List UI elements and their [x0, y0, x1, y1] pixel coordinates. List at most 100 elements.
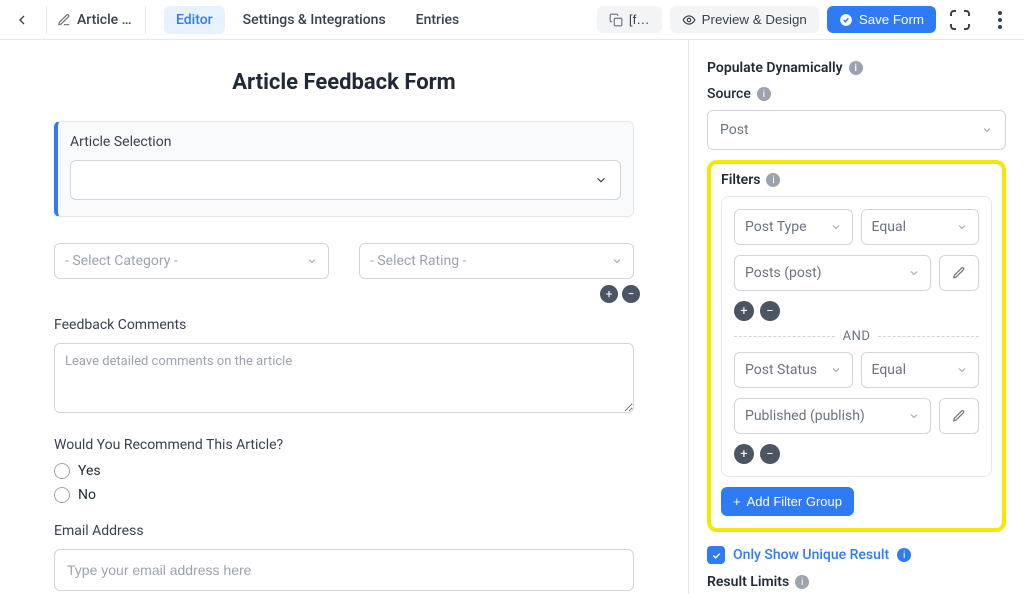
add-filter-group-button[interactable]: + Add Filter Group [721, 487, 854, 516]
filter2-field: Post Status [745, 362, 817, 378]
copy-icon [609, 13, 623, 27]
main-tabs: Editor Settings & Integrations Entries [164, 6, 471, 34]
add-filter-button[interactable]: + [734, 301, 754, 321]
tab-editor[interactable]: Editor [164, 6, 225, 34]
filter-edit-button[interactable] [939, 398, 979, 434]
article-selection-dropdown[interactable] [70, 160, 621, 200]
email-label: Email Address [54, 523, 634, 539]
filter-operator-select[interactable]: Equal [861, 352, 980, 388]
more-button[interactable] [984, 4, 1016, 36]
settings-sidebar: Populate Dynamically i Source i Post Fil… [689, 40, 1024, 594]
filter1-value: Posts (post) [745, 265, 822, 281]
filter-edit-button[interactable] [939, 255, 979, 291]
dots-vertical-icon [998, 11, 1002, 29]
radio-no[interactable]: No [54, 487, 634, 503]
unique-label: Only Show Unique Result [733, 547, 889, 563]
filter1-op: Equal [872, 219, 907, 235]
pencil-icon [952, 409, 966, 423]
save-button[interactable]: Save Form [827, 6, 936, 33]
radio-yes[interactable]: Yes [54, 463, 634, 479]
filter-field-select[interactable]: Post Type [734, 209, 853, 245]
shortcode-button[interactable]: [f… [597, 6, 662, 33]
chevron-down-icon [908, 267, 920, 279]
remove-filter-button[interactable]: − [760, 301, 780, 321]
select-category-dropdown[interactable]: - Select Category - [54, 243, 329, 279]
topbar-left: Article … Editor Settings & Integrations… [8, 6, 471, 34]
filter-group: Post Type Equal Posts (post) [721, 196, 992, 477]
content: Article Feedback Form Article Selection … [0, 40, 1024, 594]
select-rating-placeholder: - Select Rating - [370, 253, 466, 269]
filter-1-actions: + − [734, 301, 979, 321]
filter2-value: Published (publish) [745, 408, 865, 424]
filter-row-1-bottom: Posts (post) [734, 255, 979, 291]
info-icon[interactable]: i [757, 87, 771, 101]
radio-yes-label: Yes [78, 463, 101, 479]
source-value: Post [720, 122, 749, 138]
info-icon[interactable]: i [766, 173, 780, 187]
chevron-down-icon [594, 173, 608, 187]
recommend-field: Would You Recommend This Article? Yes No [54, 437, 634, 503]
source-label: Source [707, 86, 751, 102]
filters-label: Filters [721, 172, 760, 188]
source-select[interactable]: Post [707, 110, 1006, 150]
feedback-label: Feedback Comments [54, 317, 634, 333]
filter-row-1-top: Post Type Equal [734, 209, 979, 245]
back-button[interactable] [8, 6, 36, 34]
info-icon[interactable]: i [849, 61, 863, 75]
tab-entries[interactable]: Entries [404, 6, 472, 34]
checkbox-checked-icon [707, 546, 725, 564]
shortcode-text: [f… [629, 12, 650, 27]
add-filter-button[interactable]: + [734, 444, 754, 464]
article-selection-field[interactable]: Article Selection [54, 121, 634, 217]
select-category-field: - Select Category - [54, 243, 329, 279]
fullscreen-button[interactable] [944, 4, 976, 36]
filter-value-select[interactable]: Posts (post) [734, 255, 931, 291]
topbar-right: [f… Preview & Design Save Form [597, 4, 1016, 36]
radio-icon [54, 487, 70, 503]
chevron-down-icon [830, 364, 842, 376]
filter1-field: Post Type [745, 219, 807, 235]
check-circle-icon [839, 13, 853, 27]
filter-field-select[interactable]: Post Status [734, 352, 853, 388]
unique-result-checkbox-row[interactable]: Only Show Unique Result i [707, 546, 1006, 564]
tab-settings[interactable]: Settings & Integrations [231, 6, 398, 34]
filters-section: Filters i Post Type Equal [707, 160, 1006, 532]
preview-button[interactable]: Preview & Design [670, 6, 819, 33]
info-icon[interactable]: i [795, 575, 809, 589]
chevron-down-icon [908, 410, 920, 422]
and-divider: AND [734, 329, 979, 344]
fullscreen-icon [950, 10, 970, 30]
remove-column-button[interactable]: − [622, 285, 640, 303]
select-category-placeholder: - Select Category - [65, 253, 178, 269]
feedback-comments-field: Feedback Comments [54, 317, 634, 417]
filter-2-actions: + − [734, 444, 979, 464]
email-input[interactable] [54, 549, 634, 591]
chevron-down-icon [981, 124, 993, 136]
document-title[interactable]: Article … [46, 6, 146, 34]
populate-heading: Populate Dynamically i [707, 60, 1006, 76]
category-rating-row: - Select Category - - Select Rating - + … [54, 243, 634, 279]
filter-operator-select[interactable]: Equal [861, 209, 980, 245]
document-title-text: Article … [77, 12, 132, 28]
form-canvas: Article Feedback Form Article Selection … [0, 40, 689, 594]
chevron-down-icon [830, 221, 842, 233]
filter2-op: Equal [872, 362, 907, 378]
article-selection-label: Article Selection [70, 134, 621, 150]
filter-value-select[interactable]: Published (publish) [734, 398, 931, 434]
populate-heading-text: Populate Dynamically [707, 60, 843, 76]
remove-filter-button[interactable]: − [760, 444, 780, 464]
info-icon[interactable]: i [897, 548, 911, 562]
save-label: Save Form [859, 12, 924, 27]
chevron-down-icon [306, 255, 318, 267]
chevron-down-icon [611, 255, 623, 267]
plus-icon: + [733, 494, 741, 509]
feedback-textarea[interactable] [54, 343, 634, 413]
recommend-label: Would You Recommend This Article? [54, 437, 634, 453]
form-title: Article Feedback Form [54, 70, 634, 95]
filter-row-2-bottom: Published (publish) [734, 398, 979, 434]
select-rating-dropdown[interactable]: - Select Rating - [359, 243, 634, 279]
select-rating-field: - Select Rating - [359, 243, 634, 279]
radio-no-label: No [78, 487, 96, 503]
and-label: AND [843, 329, 871, 344]
add-column-button[interactable]: + [600, 285, 618, 303]
